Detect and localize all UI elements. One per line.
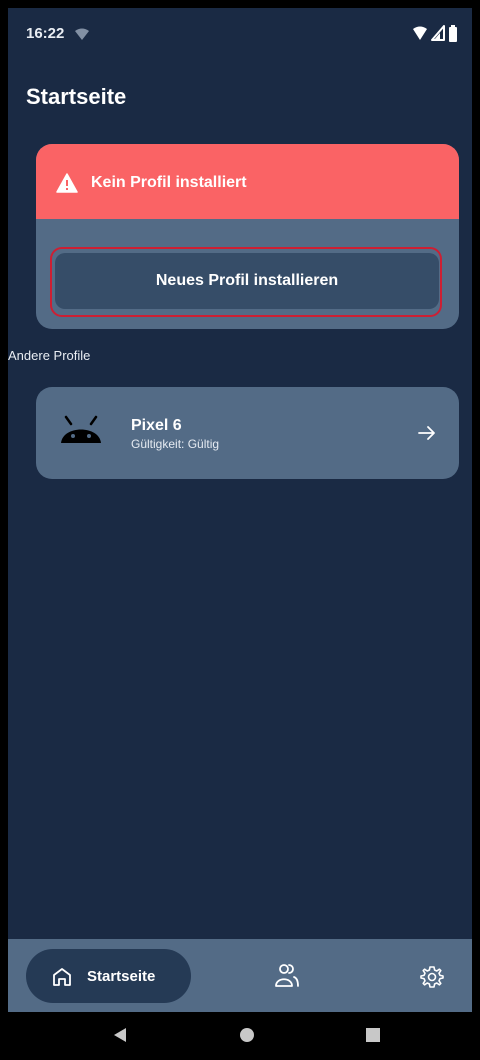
other-profiles-label: Andere Profile — [8, 348, 91, 363]
signal-icon — [431, 25, 445, 41]
no-profile-card: Kein Profil installiert Neues Profil ins… — [36, 144, 459, 329]
recent-apps-icon[interactable] — [366, 1028, 380, 1042]
wifi-icon — [75, 28, 89, 40]
system-navigation-bar — [8, 1012, 472, 1060]
status-bar: 16:22 — [8, 8, 472, 56]
warning-title: Kein Profil installiert — [91, 174, 247, 191]
settings-icon[interactable] — [420, 965, 444, 989]
home-icon — [53, 968, 71, 986]
screen: 16:22 Startseite Kein Profil installiert… — [0, 0, 480, 1060]
profile-validity: Gültigkeit: Gültig — [131, 437, 220, 451]
status-icons — [412, 24, 458, 42]
bottom-navigation: Startseite — [8, 939, 472, 1012]
nav-home-tab[interactable]: Startseite — [26, 949, 191, 1003]
android-icon — [61, 415, 101, 443]
home-circle-icon[interactable] — [240, 1028, 254, 1042]
install-profile-button[interactable]: Neues Profil installieren — [55, 253, 439, 309]
nav-home-label: Startseite — [87, 968, 156, 985]
app-window: 16:22 Startseite Kein Profil installiert… — [8, 8, 472, 1012]
profile-name: Pixel 6 — [131, 417, 182, 434]
profile-card[interactable]: Pixel 6 Gültigkeit: Gültig — [36, 387, 459, 479]
warning-icon — [56, 173, 78, 193]
back-icon[interactable] — [113, 1027, 127, 1043]
profiles-icon[interactable] — [274, 963, 300, 989]
page-title: Startseite — [26, 84, 127, 109]
warning-banner: Kein Profil installiert — [36, 144, 459, 219]
status-time: 16:22 — [26, 25, 65, 42]
arrow-right-icon[interactable] — [417, 424, 437, 442]
wifi-icon — [413, 26, 427, 40]
battery-icon — [449, 24, 457, 42]
